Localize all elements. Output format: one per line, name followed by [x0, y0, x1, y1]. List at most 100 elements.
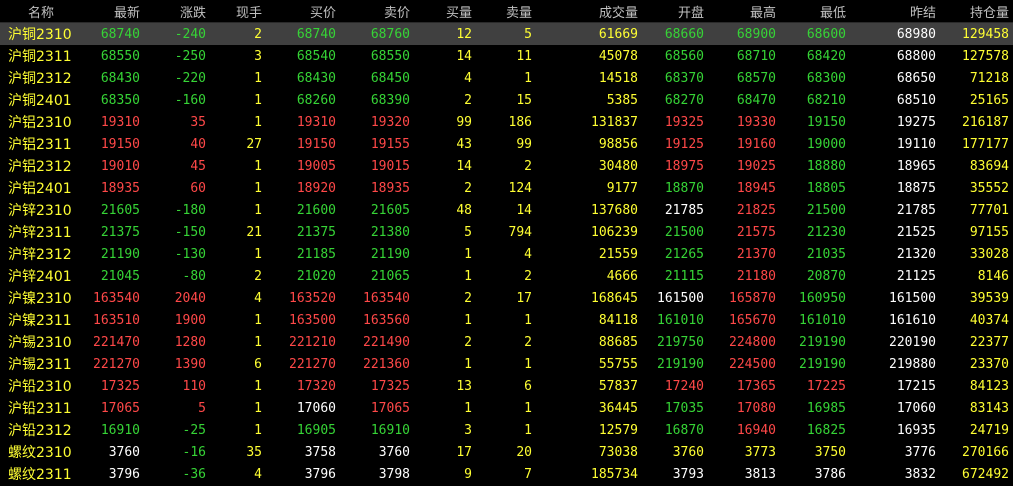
cell-pre: 219880	[889, 356, 936, 372]
cell-vol: 36445	[598, 400, 638, 416]
cell-name: 沪锌2311	[8, 225, 72, 241]
cell-low: 68420	[806, 48, 846, 64]
cell-name: 沪铜2401	[8, 93, 72, 109]
cell-open: 21785	[664, 202, 704, 218]
cell-open: 16870	[664, 422, 704, 438]
cell-name: 沪铝2311	[8, 137, 72, 153]
cell-chg: 2040	[174, 290, 206, 306]
cell-oi: 672492	[962, 466, 1009, 482]
column-header-chg[interactable]: 涨跌	[144, 2, 210, 21]
cell-open: 3793	[672, 466, 704, 482]
cell-oi: 33028	[969, 246, 1009, 262]
cell-bidv: 14	[456, 158, 472, 174]
cell-ask: 21380	[370, 224, 410, 240]
column-header-cur[interactable]: 现手	[210, 2, 266, 21]
cell-chg: 1390	[174, 356, 206, 372]
column-header-vol[interactable]: 成交量	[536, 2, 642, 21]
quote-row[interactable]: 沪镍2310 163540 2040 4 163520 163540 2 17 168645 16…	[0, 287, 1013, 309]
quote-row[interactable]: 沪铜2311 68550 -250 3 68540 68550 14 11 45078 68560…	[0, 45, 1013, 67]
column-header-bid[interactable]: 买价	[266, 2, 340, 21]
cell-ask: 3798	[378, 466, 410, 482]
quote-row[interactable]: 沪铜2312 68430 -220 1 68430 68450 4 1 14518 68370 68…	[0, 67, 1013, 89]
cell-ask: 18935	[370, 180, 410, 196]
quote-row[interactable]: 沪锌2311 21375 -150 21 21375 21380 5 794 106239 215…	[0, 221, 1013, 243]
column-header-name[interactable]: 名称	[0, 2, 78, 21]
cell-bidv: 17	[456, 444, 472, 460]
cell-last: 21375	[100, 224, 140, 240]
cell-bidv: 4	[464, 70, 472, 86]
cell-cur: 6	[254, 356, 262, 372]
cell-ask: 3760	[378, 444, 410, 460]
cell-askv: 2	[524, 268, 532, 284]
cell-high: 17365	[736, 378, 776, 394]
cell-open: 17035	[664, 400, 704, 416]
cell-bid: 21600	[296, 202, 336, 218]
cell-vol: 73038	[598, 444, 638, 460]
cell-pre: 3776	[904, 444, 936, 460]
column-header-pre[interactable]: 昨结	[850, 2, 940, 21]
cell-vol: 4666	[606, 268, 638, 284]
cell-askv: 1	[524, 422, 532, 438]
cell-bidv: 48	[456, 202, 472, 218]
quote-row[interactable]: 螺纹2311 3796 -36 4 3796 3798 9 7 185734 3793 3813 37…	[0, 463, 1013, 485]
cell-cur: 1	[254, 246, 262, 262]
cell-askv: 11	[516, 48, 532, 64]
cell-bidv: 14	[456, 48, 472, 64]
quote-row[interactable]: 螺纹2310 3760 -16 35 3758 3760 17 20 73038 3760 3773…	[0, 441, 1013, 463]
cell-chg: -16	[182, 444, 206, 460]
cell-open: 219190	[657, 356, 704, 372]
cell-pre: 21320	[896, 246, 936, 262]
cell-chg: -160	[174, 92, 206, 108]
column-header-oi[interactable]: 持仓量	[940, 2, 1013, 21]
cell-askv: 2	[524, 158, 532, 174]
quote-row[interactable]: 沪铜2310 68740 -240 2 68740 68760 12 5 61669 68660 6…	[0, 23, 1013, 45]
quote-row[interactable]: 沪铝2401 18935 60 1 18920 18935 2 124 9177 18870 189…	[0, 177, 1013, 199]
cell-chg: 45	[190, 158, 206, 174]
quote-row[interactable]: 沪锌2312 21190 -130 1 21185 21190 1 4 21559 21265 21…	[0, 243, 1013, 265]
cell-chg: -25	[182, 422, 206, 438]
quote-row[interactable]: 沪铜2401 68350 -160 1 68260 68390 2 15 5385 68270 68…	[0, 89, 1013, 111]
quote-row[interactable]: 沪锌2401 21045 -80 2 21020 21065 1 2 4666 21115 2118…	[0, 265, 1013, 287]
cell-low: 21230	[806, 224, 846, 240]
quote-row[interactable]: 沪铝2311 19150 40 27 19150 19155 43 99 98856 19125 1…	[0, 133, 1013, 155]
quote-row[interactable]: 沪铅2310 17325 110 1 17320 17325 13 6 57837 17240 17…	[0, 375, 1013, 397]
column-header-high[interactable]: 最高	[708, 2, 780, 21]
quote-row[interactable]: 沪锡2311 221270 1390 6 221270 221360 1 1 55755 2191…	[0, 353, 1013, 375]
column-header-bidv[interactable]: 买量	[414, 2, 476, 21]
quote-row[interactable]: 沪铝2310 19310 35 1 19310 19320 99 186 131837 19325…	[0, 111, 1013, 133]
cell-vol: 131837	[591, 114, 638, 130]
cell-name: 沪锌2310	[8, 203, 72, 219]
cell-high: 224800	[729, 334, 776, 350]
cell-askv: 17	[516, 290, 532, 306]
column-header-low[interactable]: 最低	[780, 2, 850, 21]
cell-bidv: 13	[456, 378, 472, 394]
cell-last: 163540	[93, 290, 140, 306]
cell-askv: 4	[524, 246, 532, 262]
quote-row[interactable]: 沪锌2310 21605 -180 1 21600 21605 48 14 137680 2178…	[0, 199, 1013, 221]
column-header-last[interactable]: 最新	[78, 2, 144, 21]
cell-oi: 24719	[969, 422, 1009, 438]
cell-bidv: 1	[464, 400, 472, 416]
cell-high: 3773	[744, 444, 776, 460]
cell-low: 68300	[806, 70, 846, 86]
column-header-ask[interactable]: 卖价	[340, 2, 414, 21]
cell-bidv: 99	[456, 114, 472, 130]
cell-askv: 186	[508, 114, 532, 130]
cell-bid: 221210	[289, 334, 336, 350]
cell-high: 68570	[736, 70, 776, 86]
cell-oi: 40374	[969, 312, 1009, 328]
quote-row[interactable]: 沪锡2310 221470 1280 1 221210 221490 2 2 88685 2197…	[0, 331, 1013, 353]
cell-pre: 19275	[896, 114, 936, 130]
quote-row[interactable]: 沪铅2311 17065 5 1 17060 17065 1 1 36445 17035 17080…	[0, 397, 1013, 419]
quote-row[interactable]: 沪铝2312 19010 45 1 19005 19015 14 2 30480 18975 190…	[0, 155, 1013, 177]
cell-askv: 124	[508, 180, 532, 196]
column-header-askv[interactable]: 卖量	[476, 2, 536, 21]
cell-open: 68660	[664, 26, 704, 42]
column-header-open[interactable]: 开盘	[642, 2, 708, 21]
cell-high: 68900	[736, 26, 776, 42]
quote-header: 名称 最新 涨跌 现手 买价 卖价 买量 卖量 成交量 开盘 最高 最低 昨结 持仓量	[0, 0, 1013, 23]
cell-name: 沪铝2312	[8, 159, 72, 175]
cell-high: 21180	[736, 268, 776, 284]
quote-row[interactable]: 沪镍2311 163510 1900 1 163500 163560 1 1 84118 1610…	[0, 309, 1013, 331]
quote-row[interactable]: 沪铅2312 16910 -25 1 16905 16910 3 1 12579 16870 169…	[0, 419, 1013, 441]
